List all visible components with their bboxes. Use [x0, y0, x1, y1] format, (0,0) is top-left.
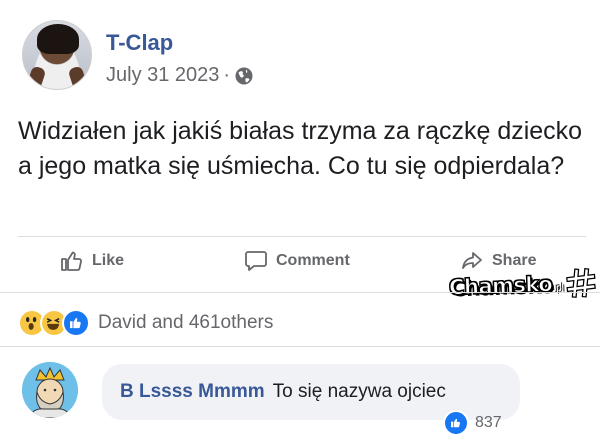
- comment-like-number: 837: [475, 414, 502, 431]
- like-icon: [443, 410, 469, 436]
- watermark-text: Chamsko: [448, 271, 553, 300]
- reactions-row[interactable]: David and 461others: [18, 307, 273, 339]
- comment-bubble-icon: [245, 251, 267, 271]
- share-arrow-icon: [462, 252, 482, 269]
- reactions-summary[interactable]: David and 461others: [98, 312, 273, 334]
- post-text: Widziałen jak jakiś białas trzyma za rąc…: [18, 117, 583, 180]
- share-label: Share: [492, 252, 537, 269]
- like-icon: [62, 309, 90, 337]
- like-label: Like: [92, 252, 125, 269]
- comment-like-count[interactable]: 837: [443, 410, 502, 436]
- author-name[interactable]: T-Clap: [106, 30, 173, 56]
- watermark: Chamsko .pl: [448, 267, 597, 302]
- commenter-avatar[interactable]: [22, 362, 78, 418]
- meta-separator: ·: [223, 64, 231, 86]
- divider: [0, 346, 600, 347]
- hashtag-logo-icon: [565, 268, 596, 298]
- comment-button[interactable]: Comment: [244, 249, 350, 273]
- post-date[interactable]: July 31 2023: [106, 64, 219, 87]
- divider: [0, 292, 600, 293]
- post-meta: July 31 2023 ·: [106, 64, 254, 87]
- author-avatar[interactable]: [22, 20, 92, 90]
- comment-text: To się nazywa ojciec: [272, 381, 446, 402]
- comment-label: Comment: [276, 252, 350, 269]
- thumbs-up-icon: [61, 251, 82, 271]
- comment: B Lssss Mmmm To się nazywa ojciec: [22, 362, 600, 422]
- comment-author[interactable]: B Lssss Mmmm: [120, 381, 265, 403]
- divider: [18, 236, 586, 237]
- globe-icon: [235, 67, 253, 84]
- like-button[interactable]: Like: [60, 249, 124, 273]
